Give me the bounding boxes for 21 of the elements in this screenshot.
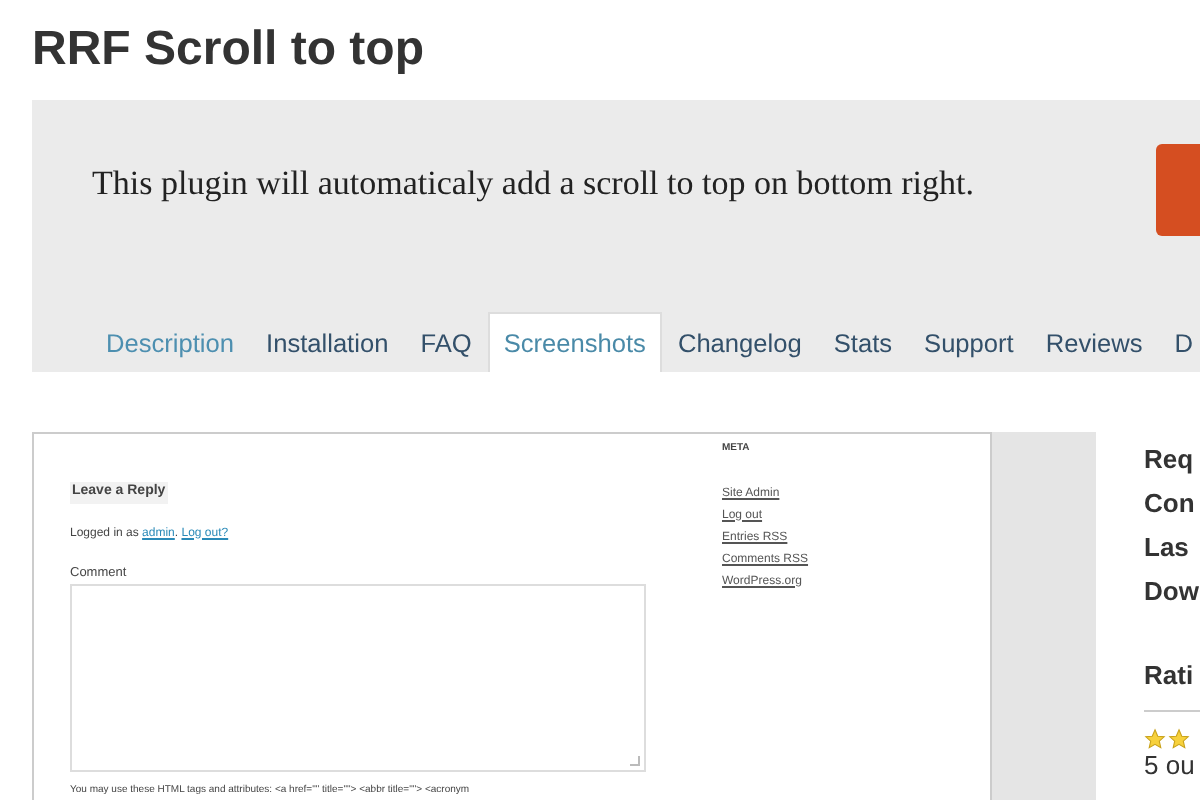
comment-field[interactable] bbox=[70, 584, 646, 773]
ratings-heading: Rati bbox=[1144, 658, 1194, 694]
download-button[interactable] bbox=[1156, 144, 1200, 236]
tab[interactable]: FAQ bbox=[404, 316, 488, 372]
info-label: Dow bbox=[1144, 574, 1199, 610]
rating-summary: 5 ou bbox=[1144, 750, 1195, 782]
tab[interactable]: Screenshots bbox=[487, 312, 662, 372]
banner-text: This plugin will automaticaly add a scroll to top on bottom right. bbox=[92, 162, 974, 206]
info-label: Con bbox=[1144, 486, 1195, 522]
tab[interactable]: Reviews bbox=[1029, 316, 1159, 372]
tab[interactable]: D bbox=[1158, 316, 1200, 372]
info-label: Las bbox=[1144, 530, 1189, 566]
page-title: RRF Scroll to top bbox=[32, 20, 424, 80]
tab[interactable]: Support bbox=[908, 316, 1030, 372]
star-icon bbox=[1144, 728, 1166, 750]
tab[interactable]: Installation bbox=[250, 316, 405, 372]
info-label: Req bbox=[1144, 442, 1194, 478]
resize-grip-icon bbox=[630, 756, 640, 767]
tab[interactable]: Changelog bbox=[661, 316, 818, 372]
tab[interactable]: Stats bbox=[817, 316, 909, 372]
star-icon bbox=[1168, 728, 1190, 750]
